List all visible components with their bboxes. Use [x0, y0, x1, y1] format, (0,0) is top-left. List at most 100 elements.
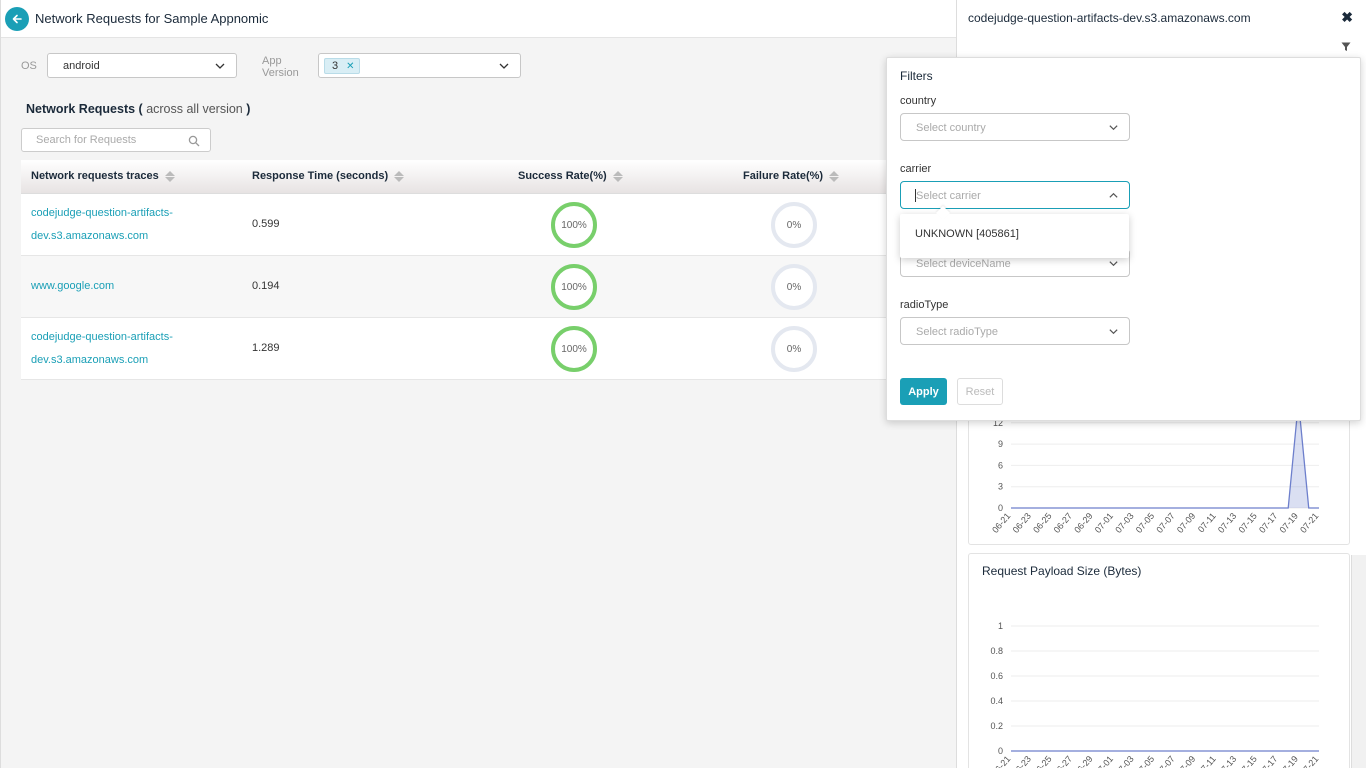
search-input[interactable]: [36, 134, 186, 146]
carrier-select[interactable]: Select carrier: [900, 181, 1130, 209]
y-tick-label: 0.6: [990, 671, 1003, 681]
side-panel-scrollbar[interactable]: [1351, 555, 1366, 768]
app-version-label-line2: Version: [262, 67, 299, 79]
y-tick-label: 9: [998, 439, 1003, 449]
os-select-value: android: [63, 60, 100, 72]
chevron-up-icon: [1109, 192, 1118, 198]
reset-button[interactable]: Reset: [957, 378, 1003, 405]
sort-icon[interactable]: [164, 170, 175, 182]
x-tick-label: 07-17: [1257, 511, 1279, 535]
chart-card-payload: Request Payload Size (Bytes) 0 0.2 0.4 0.6 0…: [968, 553, 1350, 768]
x-tick-label: 07-19: [1278, 754, 1300, 768]
os-select[interactable]: android: [47, 53, 237, 78]
x-tick-label: 07-13: [1216, 511, 1238, 535]
x-tick-label: 06-21: [990, 511, 1012, 535]
x-tick-label: 07-05: [1134, 754, 1156, 768]
x-tick-label: 07-15: [1236, 511, 1258, 535]
arrow-left-icon: [12, 14, 22, 24]
x-tick-label: 07-01: [1093, 511, 1115, 535]
radio-type-label: radioType: [900, 299, 949, 311]
success-rate-ring: 100%: [551, 264, 597, 310]
trace-link[interactable]: codejudge-question-artifacts-dev.s3.amaz…: [31, 202, 201, 248]
network-requests-table: Network requests traces Response Time (s…: [21, 160, 956, 380]
failure-rate-ring: 0%: [771, 264, 817, 310]
x-tick-label: 07-19: [1278, 511, 1300, 535]
table-row[interactable]: www.google.com 0.194 100% 0%: [21, 256, 956, 318]
section-title: Network Requests ( across all version ): [26, 102, 250, 116]
response-time: 0.599: [252, 218, 280, 230]
x-tick-label: 07-11: [1196, 754, 1218, 768]
page-title: Network Requests for Sample Appnomic: [35, 11, 269, 26]
side-panel-title: codejudge-question-artifacts-dev.s3.amaz…: [968, 11, 1251, 25]
filter-icon[interactable]: [1341, 42, 1351, 52]
y-tick-label: 0.8: [990, 646, 1003, 656]
trace-link[interactable]: www.google.com: [31, 275, 201, 298]
col-header-failure-rate[interactable]: Failure Rate(%): [743, 170, 840, 182]
table-header: Network requests traces Response Time (s…: [21, 160, 956, 194]
close-icon[interactable]: ✖: [1341, 9, 1353, 26]
sort-icon[interactable]: [394, 170, 405, 182]
carrier-label: carrier: [900, 163, 932, 175]
search-icon[interactable]: [188, 135, 200, 147]
trace-link[interactable]: codejudge-question-artifacts-dev.s3.amaz…: [31, 326, 201, 372]
country-select[interactable]: Select country: [900, 113, 1130, 141]
y-tick-label: 1: [998, 621, 1003, 631]
table-row[interactable]: codejudge-question-artifacts-dev.s3.amaz…: [21, 194, 956, 256]
trace-link-line2: dev.s3.amazonaws.com: [31, 354, 149, 366]
app-version-label-line1: App: [262, 55, 282, 67]
x-tick-label: 07-21: [1298, 754, 1320, 768]
x-tick-label: 06-29: [1072, 511, 1094, 535]
x-tick-label: 07-05: [1134, 511, 1156, 535]
payload-line-chart: 00.20.40.60.8106-2106-2306-2506-2706-290…: [990, 621, 1320, 768]
chevron-down-icon: [215, 63, 225, 69]
trace-link-line1: codejudge-question-artifacts-: [31, 207, 173, 219]
filters-title: Filters: [900, 69, 933, 83]
x-tick-label: 07-03: [1113, 754, 1135, 768]
carrier-option[interactable]: UNKNOWN [405861]: [915, 228, 1019, 240]
table-row[interactable]: codejudge-question-artifacts-dev.s3.amaz…: [21, 318, 956, 380]
search-box: [21, 128, 211, 152]
x-tick-label: 06-23: [1011, 754, 1033, 768]
y-tick-label: 0.2: [990, 721, 1003, 731]
x-tick-label: 06-23: [1011, 511, 1033, 535]
y-tick-label: 0: [998, 503, 1003, 513]
failure-rate-ring: 0%: [771, 326, 817, 372]
y-tick-label: 0: [998, 746, 1003, 756]
x-tick-label: 07-09: [1175, 754, 1197, 768]
x-tick-label: 07-11: [1196, 511, 1218, 535]
col-header-success-rate[interactable]: Success Rate(%): [518, 170, 623, 182]
response-time: 0.194: [252, 280, 280, 292]
chevron-down-icon: [1109, 125, 1118, 131]
apply-button[interactable]: Apply: [900, 378, 947, 405]
success-rate-ring: 100%: [551, 202, 597, 248]
back-button[interactable]: [5, 7, 29, 31]
radio-type-placeholder: Select radioType: [916, 326, 998, 338]
x-tick-label: 07-21: [1298, 511, 1320, 535]
trace-link-line1: codejudge-question-artifacts-: [31, 331, 173, 343]
carrier-placeholder: Select carrier: [916, 190, 981, 202]
version-chip-label: 3: [332, 60, 339, 72]
x-tick-label: 06-29: [1072, 754, 1094, 768]
radio-type-select[interactable]: Select radioType: [900, 317, 1130, 345]
col-header-trace[interactable]: Network requests traces: [31, 170, 175, 182]
chip-remove-icon[interactable]: ✕: [346, 61, 354, 72]
sort-icon[interactable]: [829, 170, 840, 182]
y-tick-label: 3: [998, 482, 1003, 492]
col-header-label: Failure Rate(%): [743, 170, 824, 182]
col-header-label: Response Time (seconds): [252, 170, 389, 182]
os-label: OS: [21, 60, 37, 72]
x-tick-label: 07-09: [1175, 511, 1197, 535]
col-header-response-time[interactable]: Response Time (seconds): [252, 170, 405, 182]
carrier-dropdown: UNKNOWN [405861]: [900, 214, 1129, 258]
app-version-select[interactable]: 3 ✕: [318, 53, 521, 78]
x-tick-label: 07-13: [1216, 754, 1238, 768]
section-subtitle: across all version: [146, 102, 243, 116]
x-tick-label: 06-25: [1031, 754, 1053, 768]
success-rate-ring: 100%: [551, 326, 597, 372]
trace-link-line1: www.google.com: [31, 280, 115, 292]
y-tick-label: 6: [998, 460, 1003, 470]
x-tick-label: 07-03: [1113, 511, 1135, 535]
filters-popup: Filters country Select country carrier S…: [886, 57, 1361, 421]
x-tick-label: 07-17: [1257, 754, 1279, 768]
sort-icon[interactable]: [612, 170, 623, 182]
